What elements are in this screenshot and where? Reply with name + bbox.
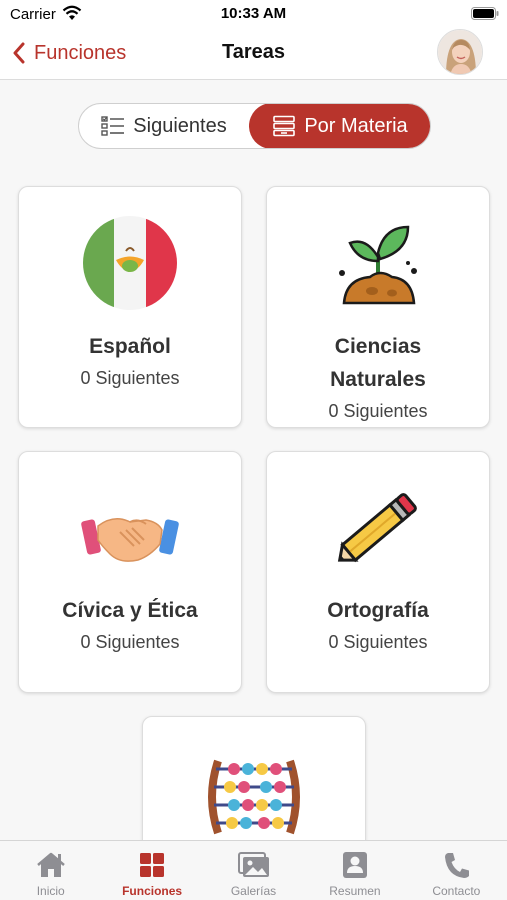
tab-inicio[interactable]: Inicio <box>0 841 101 900</box>
abacus-icon <box>208 759 300 835</box>
subject-card-espanol[interactable]: Español 0 Siguientes <box>18 186 242 428</box>
tab-funciones[interactable]: Funciones <box>101 841 202 900</box>
checklist-icon <box>101 116 125 136</box>
tab-label: Funciones <box>122 884 183 898</box>
back-label: Funciones <box>34 41 127 64</box>
home-icon <box>36 852 65 877</box>
segment-por-materia-label: Por Materia <box>304 114 408 137</box>
subject-title: Español <box>89 335 171 358</box>
sprout-icon <box>339 225 417 305</box>
archive-drawer-icon <box>273 115 296 137</box>
subject-card-ortografia[interactable]: Ortografía 0 Siguientes <box>266 451 490 693</box>
status-bar: Carrier 10:33 AM <box>0 0 507 28</box>
tab-label: Galerías <box>230 884 277 898</box>
segment-por-materia[interactable]: Por Materia <box>249 104 430 148</box>
subject-card-civica-y-etica[interactable]: Cívica y Ética 0 Siguientes <box>18 451 242 693</box>
pencil-icon <box>337 493 417 563</box>
handshake-icon <box>81 518 179 562</box>
segment-siguientes-label: Siguientes <box>133 114 227 137</box>
tab-label: Resumen <box>329 884 381 898</box>
subject-pending-count: 0 Siguientes <box>328 632 428 652</box>
subject-title: Ortografía <box>327 599 429 622</box>
clock: 10:33 AM <box>220 5 287 22</box>
phone-icon <box>445 853 470 878</box>
tab-bar: Inicio Funciones Galerías Resumen Contac… <box>0 840 507 900</box>
mexico-flag-icon <box>83 216 177 310</box>
subject-card-ciencias-naturales[interactable]: Ciencias Naturales 0 Siguientes <box>266 186 490 428</box>
navigation-bar: Funciones Tareas <box>0 28 507 80</box>
avatar[interactable] <box>437 29 483 75</box>
tab-label: Contacto <box>432 884 481 898</box>
segment-siguientes[interactable]: Siguientes <box>79 104 249 148</box>
view-segmented-control: Siguientes Por Materia <box>78 103 431 149</box>
battery-icon <box>471 7 499 20</box>
tab-label: Inicio <box>36 884 65 898</box>
subject-title: Cívica y Ética <box>62 599 198 622</box>
chevron-left-icon <box>13 42 25 64</box>
subject-title: Ciencias Naturales <box>330 335 426 391</box>
avatar-photo-icon <box>438 30 482 74</box>
subject-pending-count: 0 Siguientes <box>80 632 180 652</box>
subject-pending-count: 0 Siguientes <box>80 368 180 388</box>
tab-galerias[interactable]: Galerías <box>203 841 304 900</box>
tab-contacto[interactable]: Contacto <box>406 841 507 900</box>
grid-icon <box>140 853 165 877</box>
gallery-icon <box>237 852 269 877</box>
profile-card-icon <box>342 852 367 878</box>
back-button[interactable]: Funciones <box>12 38 126 68</box>
tab-resumen[interactable]: Resumen <box>304 841 405 900</box>
subject-pending-count: 0 Siguientes <box>328 401 428 421</box>
